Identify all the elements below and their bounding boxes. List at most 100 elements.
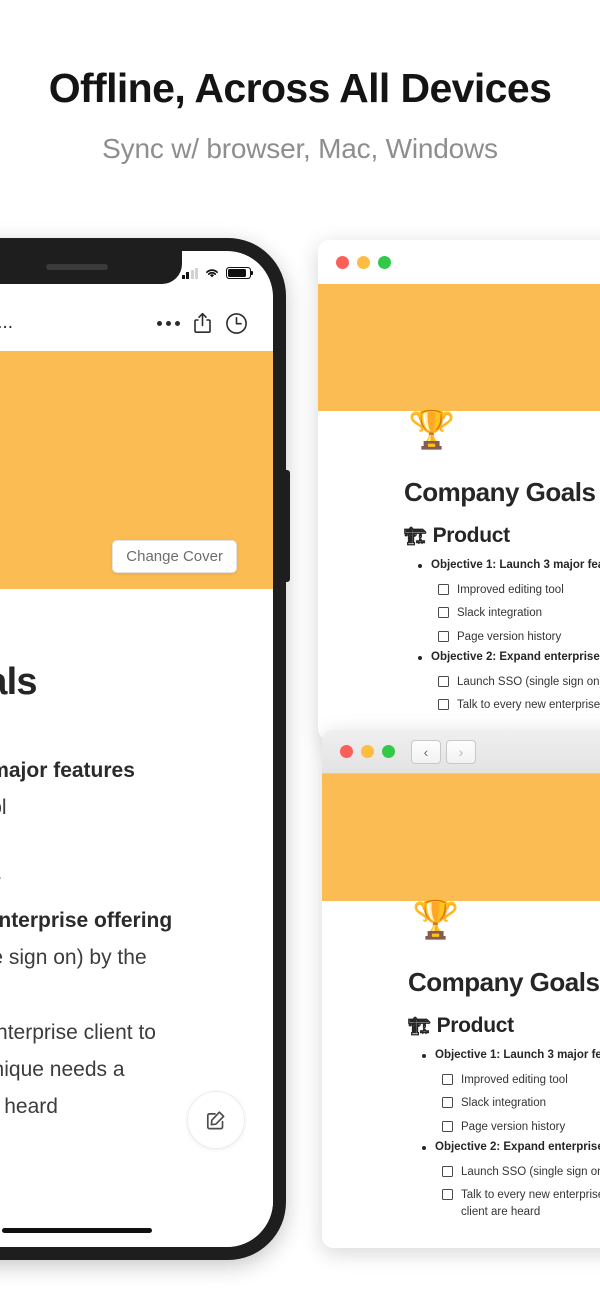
checkbox-icon[interactable] [442, 1165, 453, 1177]
checkbox-icon[interactable] [442, 1097, 453, 1109]
window-title-bar: ‹ › [322, 730, 600, 774]
traffic-lights [336, 255, 391, 269]
doc-bullet-item: Objective 1: Launch 3 major features [422, 1047, 600, 1065]
todo-text: Talk to every new enterprise client [457, 699, 600, 712]
todo-text: Page version history [457, 631, 562, 644]
zoom-button-icon[interactable] [378, 255, 391, 269]
phone-doc-line: ery new enterprise client to [0, 1020, 156, 1044]
todo-text: Launch SSO (single sign on) by the [457, 675, 600, 688]
bullet-text: Objective 2: Expand enterprise offering [431, 650, 600, 663]
clock-history-icon[interactable] [219, 306, 253, 340]
promo-page: Offline, Across All Devices Sync w/ brow… [0, 0, 600, 1299]
desktop-window-front: ‹ › 🏆 Company Goals 🏗 Product Objective … [322, 730, 600, 1248]
phone-doc-line: ion history [0, 864, 249, 901]
navigation-buttons: ‹ › [411, 739, 476, 764]
doc-todo-item[interactable]: Page version history [438, 629, 600, 646]
phone-doc-lines: aunch 3 major features editing tool gratio… [0, 752, 249, 1126]
todo-text: Improved editing tool [457, 583, 564, 596]
phone-doc-line: nd their unique needs a [0, 1058, 125, 1081]
window-doc-items: Objective 1: Launch 3 major features Impr… [418, 557, 600, 714]
wifi-icon [204, 267, 220, 279]
change-cover-button[interactable]: Change Cover [112, 540, 237, 573]
checkbox-icon[interactable] [442, 1073, 453, 1085]
compose-edit-icon[interactable] [187, 1091, 245, 1149]
close-button-icon[interactable] [340, 745, 353, 758]
checkbox-icon[interactable] [442, 1121, 453, 1133]
todo-text: Page version history [461, 1121, 566, 1134]
doc-bullet-item: Objective 2: Expand enterprise offering [418, 649, 600, 667]
minimize-button-icon[interactable] [361, 745, 374, 758]
construction-crane-emoji: 🏗 [408, 1015, 431, 1036]
todo-text: Slack integration [457, 607, 543, 620]
window-doc-title: Company Goals [408, 967, 600, 997]
doc-todo-item[interactable]: Page version history [442, 1119, 600, 1136]
window-doc-title: Company Goals [404, 477, 596, 507]
page-subtitle: Sync w/ browser, Mac, Windows [102, 133, 498, 165]
bullet-text: Objective 1: Launch 3 major features [435, 1049, 600, 1061]
phone-doc-line: e year [0, 976, 249, 1013]
window-doc-body: 🏆 Company Goals 🏗 Product Objective 1: L… [322, 901, 600, 1221]
phone-side-button[interactable] [285, 470, 290, 582]
todo-text: Slack integration [461, 1097, 547, 1110]
more-horizontal-icon[interactable] [151, 306, 185, 340]
home-indicator [2, 1228, 152, 1233]
phone-screen: 🏆 Compa... [0, 251, 273, 1247]
traffic-lights [340, 745, 395, 758]
doc-todo-item[interactable]: Improved editing tool [438, 582, 600, 599]
share-icon[interactable] [185, 306, 219, 340]
phone-doc-line: editing tool [0, 796, 7, 820]
zoom-button-icon[interactable] [382, 745, 395, 758]
window-section-heading: 🏗 Product [404, 524, 600, 548]
checkbox-icon[interactable] [438, 699, 449, 711]
checkbox-icon[interactable] [438, 631, 449, 643]
trophy-emoji: 🏆 [408, 409, 456, 451]
doc-todo-item[interactable]: Launch SSO (single sign on) by the [438, 674, 600, 691]
bullet-text: Objective 2: Expand enterprise offer [435, 1140, 600, 1153]
doc-todo-item[interactable]: Launch SSO (single sign on) by th [442, 1164, 600, 1181]
checkbox-icon[interactable] [442, 1189, 453, 1201]
phone-doc-body: y Goals aunch 3 major features editing to… [0, 589, 273, 1247]
phone-app-bar: 🏆 Compa... [0, 295, 273, 351]
doc-todo-item[interactable]: Slack integration [438, 605, 600, 622]
phone-status-bar [0, 251, 273, 295]
phone-doc-line: Expand enterprise offering [0, 908, 173, 932]
construction-crane-emoji: 🏗 [404, 525, 427, 546]
checkbox-icon[interactable] [438, 607, 449, 619]
checkbox-icon[interactable] [438, 583, 449, 595]
todo-text: Launch SSO (single sign on) by th [461, 1165, 600, 1178]
bullet-dot-icon [422, 1054, 426, 1058]
phone-cover-image: Change Cover [0, 351, 273, 589]
chevron-left-icon[interactable]: ‹ [411, 739, 441, 764]
doc-todo-item[interactable]: Slack integration [442, 1095, 600, 1112]
window-section-heading: 🏗 Product [408, 1014, 600, 1038]
bullet-text: Objective 1: Launch 3 major features [431, 559, 600, 571]
window-title-bar [318, 240, 600, 284]
window-doc-body: 🏆 Company Goals 🏗 Product Objective 1: L… [318, 411, 600, 714]
doc-todo-item[interactable]: Talk to every new enterprise client [438, 697, 600, 714]
phone-doc-title: y Goals [0, 661, 37, 703]
phone-doc-line: aunch 3 major features [0, 759, 135, 782]
bullet-dot-icon [418, 564, 422, 568]
chevron-right-icon[interactable]: › [446, 739, 476, 764]
phone-mockup: 🏆 Compa... [0, 238, 290, 1260]
window-doc-items: Objective 1: Launch 3 major features Impr… [422, 1047, 600, 1221]
signal-bars-icon [181, 267, 198, 279]
window-section-title: Product [436, 1014, 515, 1037]
headline-area: Offline, Across All Devices Sync w/ brow… [0, 0, 600, 166]
minimize-button-icon[interactable] [357, 255, 370, 269]
phone-doc-line: SO (single sign on) by the [0, 945, 147, 969]
checkbox-icon[interactable] [438, 675, 449, 687]
bullet-dot-icon [418, 655, 422, 660]
doc-todo-item[interactable]: Talk to every new enterprise client are … [442, 1187, 600, 1220]
todo-text: Talk to every new enterprise client are … [461, 1189, 600, 1218]
doc-todo-item[interactable]: Improved editing tool [442, 1072, 600, 1089]
page-title: Offline, Across All Devices [48, 65, 552, 111]
bullet-dot-icon [422, 1145, 426, 1150]
doc-bullet-item: Objective 1: Launch 3 major features [418, 557, 600, 575]
phone-doc-line: gration [0, 827, 249, 864]
window-section-title: Product [432, 524, 511, 547]
doc-bullet-item: Objective 2: Expand enterprise offer [422, 1139, 600, 1157]
trophy-emoji: 🏆 [412, 899, 460, 941]
close-button-icon[interactable] [336, 255, 349, 269]
phone-doc-breadcrumb[interactable]: Compa... [0, 312, 13, 334]
